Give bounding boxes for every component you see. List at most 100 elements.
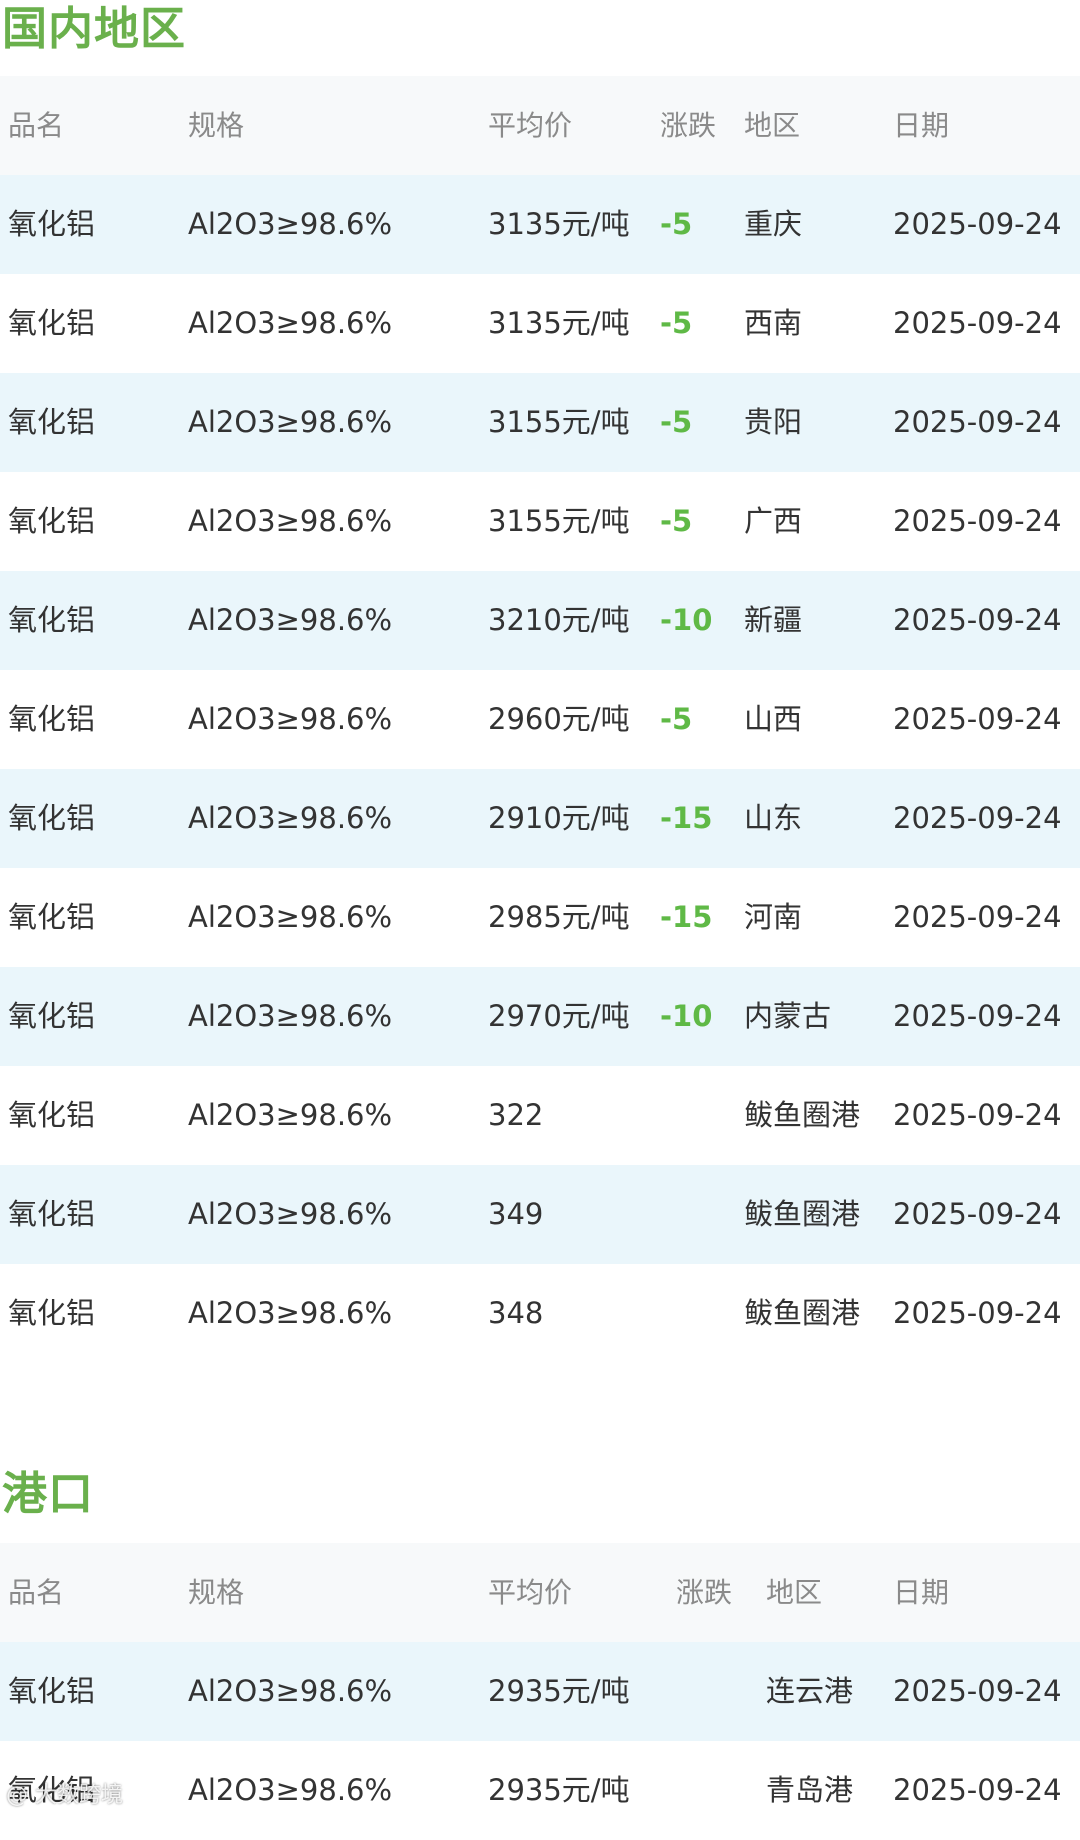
cell-spec: Al2O3≥98.6% (188, 504, 393, 538)
header-name: 品名 (8, 1576, 65, 1609)
cell-name: 氧化铝 (8, 207, 96, 241)
cell-date: 2025-09-24 (893, 207, 1062, 241)
header-name: 品名 (8, 109, 65, 142)
cell-region: 青岛港 (766, 1773, 854, 1807)
table-row: 氧化铝 Al2O3≥98.6% 3135元/吨 -5 西南 2025-09-24 (0, 274, 1080, 373)
cell-date: 2025-09-24 (893, 1197, 1062, 1231)
cell-region: 连云港 (766, 1674, 854, 1708)
cell-name: 氧化铝 (8, 1197, 96, 1231)
header-spec: 规格 (188, 1576, 245, 1609)
table-row: 氧化铝 Al2O3≥98.6% 348 鲅鱼圈港 2025-09-24 (0, 1264, 1080, 1363)
table-header: 品名 规格 平均价 涨跌 地区 日期 (0, 76, 1080, 175)
cell-date: 2025-09-24 (893, 603, 1062, 637)
cell-price: 349 (488, 1197, 544, 1231)
table-row: 氧化铝 Al2O3≥98.6% 3210元/吨 -10 新疆 2025-09-24 (0, 571, 1080, 670)
table-row: 氧化铝 Al2O3≥98.6% 2970元/吨 -10 内蒙古 2025-09-24 (0, 967, 1080, 1066)
cell-change: -15 (660, 900, 713, 934)
cell-spec: Al2O3≥98.6% (188, 801, 393, 835)
header-price: 平均价 (488, 1576, 573, 1609)
cell-price: 2910元/吨 (488, 801, 630, 835)
cell-name: 氧化铝 (8, 603, 96, 637)
cell-name: 氧化铝 (8, 1674, 96, 1708)
cell-date: 2025-09-24 (893, 999, 1062, 1033)
table-row: 氧化铝 Al2O3≥98.6% 2985元/吨 -15 河南 2025-09-24 (0, 868, 1080, 967)
header-region: 地区 (744, 109, 801, 142)
cell-spec: Al2O3≥98.6% (188, 306, 393, 340)
cell-name: 氧化铝 (8, 999, 96, 1033)
watermark: @ 大数跨境 (6, 1783, 123, 1808)
cell-spec: Al2O3≥98.6% (188, 1098, 393, 1132)
cell-price: 322 (488, 1098, 544, 1132)
cell-price: 2960元/吨 (488, 702, 630, 736)
cell-price: 2985元/吨 (488, 900, 630, 934)
cell-change: -15 (660, 801, 713, 835)
cell-price: 3210元/吨 (488, 603, 630, 637)
cell-region: 西南 (744, 306, 803, 340)
cell-spec: Al2O3≥98.6% (188, 900, 393, 934)
header-date: 日期 (893, 1576, 950, 1609)
table-row: 氧化铝 Al2O3≥98.6% 3155元/吨 -5 贵阳 2025-09-24 (0, 373, 1080, 472)
cell-price: 2970元/吨 (488, 999, 630, 1033)
cell-region: 鲅鱼圈港 (744, 1296, 861, 1330)
table-header: 品名 规格 平均价 涨跌 地区 日期 (0, 1543, 1080, 1642)
table-row: 氧化铝 Al2O3≥98.6% 322 鲅鱼圈港 2025-09-24 (0, 1066, 1080, 1165)
cell-region: 山西 (744, 702, 803, 736)
cell-region: 鲅鱼圈港 (744, 1197, 861, 1231)
header-change: 涨跌 (660, 109, 717, 142)
cell-region: 山东 (744, 801, 803, 835)
cell-name: 氧化铝 (8, 504, 96, 538)
price-table-port: 品名 规格 平均价 涨跌 地区 日期氧化铝 Al2O3≥98.6% 2935元/吨 连云港 202… (0, 1543, 1080, 1840)
header-change: 涨跌 (676, 1576, 733, 1609)
cell-spec: Al2O3≥98.6% (188, 405, 393, 439)
cell-spec: Al2O3≥98.6% (188, 702, 393, 736)
table-row: 氧化铝 Al2O3≥98.6% 2935元/吨 青岛港 2025-09-24 (0, 1741, 1080, 1840)
section-title-port: 港口 (2, 1467, 95, 1520)
cell-spec: Al2O3≥98.6% (188, 207, 393, 241)
cell-date: 2025-09-24 (893, 1098, 1062, 1132)
cell-price: 3135元/吨 (488, 207, 630, 241)
header-spec: 规格 (188, 109, 245, 142)
table-row: 氧化铝 Al2O3≥98.6% 2960元/吨 -5 山西 2025-09-24 (0, 670, 1080, 769)
cell-change: -10 (660, 603, 713, 637)
cell-price: 3135元/吨 (488, 306, 630, 340)
cell-price: 3155元/吨 (488, 504, 630, 538)
header-price: 平均价 (488, 109, 573, 142)
cell-change: -5 (660, 207, 693, 241)
cell-date: 2025-09-24 (893, 504, 1062, 538)
cell-change: -5 (660, 306, 693, 340)
table-row: 氧化铝 Al2O3≥98.6% 2910元/吨 -15 山东 2025-09-24 (0, 769, 1080, 868)
cell-spec: Al2O3≥98.6% (188, 1674, 393, 1708)
cell-region: 内蒙古 (744, 999, 832, 1033)
cell-change: -5 (660, 504, 693, 538)
cell-date: 2025-09-24 (893, 702, 1062, 736)
cell-name: 氧化铝 (8, 900, 96, 934)
cell-region: 贵阳 (744, 405, 803, 439)
cell-date: 2025-09-24 (893, 801, 1062, 835)
cell-change: -10 (660, 999, 713, 1033)
cell-region: 重庆 (744, 207, 803, 241)
cell-date: 2025-09-24 (893, 1674, 1062, 1708)
cell-date: 2025-09-24 (893, 1773, 1062, 1807)
cell-price: 348 (488, 1296, 544, 1330)
cell-price: 2935元/吨 (488, 1773, 630, 1807)
header-region: 地区 (766, 1576, 823, 1609)
cell-date: 2025-09-24 (893, 900, 1062, 934)
cell-price: 2935元/吨 (488, 1674, 630, 1708)
price-table-domestic: 品名 规格 平均价 涨跌 地区 日期氧化铝 Al2O3≥98.6% 3135元/吨 -5 重庆 20… (0, 76, 1080, 1363)
cell-spec: Al2O3≥98.6% (188, 1773, 393, 1807)
cell-name: 氧化铝 (8, 306, 96, 340)
cell-spec: Al2O3≥98.6% (188, 999, 393, 1033)
section-title-domestic: 国内地区 (2, 2, 187, 55)
table-row: 氧化铝 Al2O3≥98.6% 3155元/吨 -5 广西 2025-09-24 (0, 472, 1080, 571)
table-row: 氧化铝 Al2O3≥98.6% 2935元/吨 连云港 2025-09-24 (0, 1642, 1080, 1741)
cell-change: -5 (660, 702, 693, 736)
cell-name: 氧化铝 (8, 702, 96, 736)
cell-price: 3155元/吨 (488, 405, 630, 439)
cell-name: 氧化铝 (8, 1098, 96, 1132)
cell-name: 氧化铝 (8, 1296, 96, 1330)
cell-region: 鲅鱼圈港 (744, 1098, 861, 1132)
cell-region: 新疆 (744, 603, 803, 637)
cell-region: 广西 (744, 504, 803, 538)
cell-spec: Al2O3≥98.6% (188, 1296, 393, 1330)
header-date: 日期 (893, 109, 950, 142)
